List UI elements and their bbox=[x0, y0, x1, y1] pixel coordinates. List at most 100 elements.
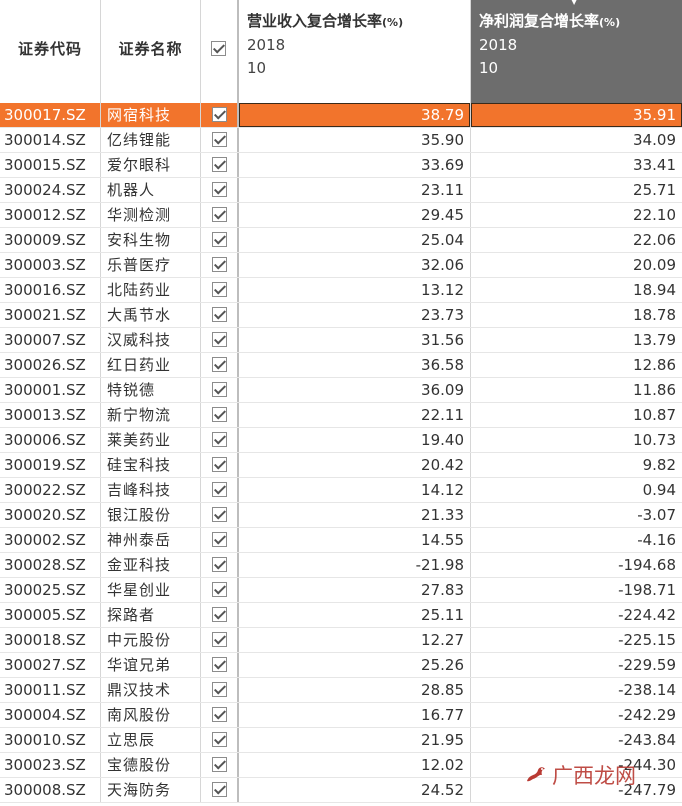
table-row[interactable]: 300017.SZ 网宿科技 38.79 35.91 bbox=[0, 103, 682, 128]
profit-growth-cell: 12.86 bbox=[633, 356, 676, 374]
revenue-growth-cell: 21.95 bbox=[239, 728, 471, 752]
table-row[interactable]: 300022.SZ 吉峰科技 14.12 0.94 bbox=[0, 478, 682, 503]
table-row[interactable]: 300028.SZ 金亚科技 -21.98 -194.68 bbox=[0, 553, 682, 578]
revenue-growth-cell: 12.02 bbox=[239, 753, 471, 777]
table-row[interactable]: 300012.SZ 华测检测 29.45 22.10 bbox=[0, 203, 682, 228]
row-checkbox[interactable] bbox=[212, 332, 227, 347]
security-code-cell: 300006.SZ bbox=[0, 428, 101, 452]
row-checkbox[interactable] bbox=[212, 282, 227, 297]
table-row[interactable]: 300014.SZ 亿纬锂能 35.90 34.09 bbox=[0, 128, 682, 153]
table-row[interactable]: 300007.SZ 汉威科技 31.56 13.79 bbox=[0, 328, 682, 353]
row-checkbox[interactable] bbox=[212, 432, 227, 447]
table-row[interactable]: 300011.SZ 鼎汉技术 28.85 -238.14 bbox=[0, 678, 682, 703]
row-checkbox[interactable] bbox=[212, 582, 227, 597]
table-row[interactable]: 300005.SZ 探路者 25.11 -224.42 bbox=[0, 603, 682, 628]
table-row[interactable]: 300009.SZ 安科生物 25.04 22.06 bbox=[0, 228, 682, 253]
row-checkbox[interactable] bbox=[212, 532, 227, 547]
row-checkbox[interactable] bbox=[212, 382, 227, 397]
header-revenue-growth[interactable]: 营业收入复合增长率(%) 2018 10 bbox=[239, 0, 471, 103]
security-name-cell: 银江股份 bbox=[101, 503, 201, 527]
row-checkbox[interactable] bbox=[212, 132, 227, 147]
dragon-logo-icon bbox=[527, 767, 545, 782]
table-row[interactable]: 300010.SZ 立思辰 21.95 -243.84 bbox=[0, 728, 682, 753]
security-name-cell: 华星创业 bbox=[101, 578, 201, 602]
row-checkbox[interactable] bbox=[212, 307, 227, 322]
table-row[interactable]: 300003.SZ 乐普医疗 32.06 20.09 bbox=[0, 253, 682, 278]
revenue-growth-cell: 36.58 bbox=[239, 353, 471, 377]
revenue-growth-cell: 28.85 bbox=[239, 678, 471, 702]
row-select-cell bbox=[201, 203, 239, 227]
security-name-cell: 机器人 bbox=[101, 178, 201, 202]
table-row[interactable]: 300006.SZ 莱美药业 19.40 10.73 bbox=[0, 428, 682, 453]
row-checkbox[interactable] bbox=[212, 107, 227, 122]
row-select-cell bbox=[201, 303, 239, 327]
security-name-cell: 乐普医疗 bbox=[101, 253, 201, 277]
table-row[interactable]: 300021.SZ 大禹节水 23.73 18.78 bbox=[0, 303, 682, 328]
table-row[interactable]: 300018.SZ 中元股份 12.27 -225.15 bbox=[0, 628, 682, 653]
row-checkbox[interactable] bbox=[212, 607, 227, 622]
security-code-cell: 300003.SZ bbox=[0, 253, 101, 277]
security-code-cell: 300001.SZ bbox=[0, 378, 101, 402]
row-checkbox[interactable] bbox=[212, 232, 227, 247]
profit-growth-cell: 18.78 bbox=[633, 306, 676, 324]
row-checkbox[interactable] bbox=[212, 757, 227, 772]
security-code-cell: 300027.SZ bbox=[0, 653, 101, 677]
row-checkbox[interactable] bbox=[212, 157, 227, 172]
row-checkbox[interactable] bbox=[212, 207, 227, 222]
profit-growth-cell: 9.82 bbox=[642, 456, 676, 474]
revenue-growth-cell: 32.06 bbox=[239, 253, 471, 277]
row-select-cell bbox=[201, 153, 239, 177]
row-checkbox[interactable] bbox=[212, 682, 227, 697]
table-row[interactable]: 300015.SZ 爱尔眼科 33.69 33.41 bbox=[0, 153, 682, 178]
row-checkbox[interactable] bbox=[212, 632, 227, 647]
row-checkbox[interactable] bbox=[212, 257, 227, 272]
row-checkbox[interactable] bbox=[212, 707, 227, 722]
table-row[interactable]: 300013.SZ 新宁物流 22.11 10.87 bbox=[0, 403, 682, 428]
security-name-cell: 立思辰 bbox=[101, 728, 201, 752]
row-select-cell bbox=[201, 428, 239, 452]
row-checkbox[interactable] bbox=[212, 507, 227, 522]
header-name-label: 证券名称 bbox=[118, 40, 183, 58]
row-checkbox[interactable] bbox=[212, 182, 227, 197]
table-row[interactable]: 300004.SZ 南风股份 16.77 -242.29 bbox=[0, 703, 682, 728]
header-profit-growth[interactable]: ▼ 净利润复合增长率(%) 2018 10 bbox=[471, 0, 682, 103]
row-checkbox[interactable] bbox=[212, 482, 227, 497]
table-row[interactable]: 300016.SZ 北陆药业 13.12 18.94 bbox=[0, 278, 682, 303]
security-name-cell: 神州泰岳 bbox=[101, 528, 201, 552]
revenue-growth-cell: 23.73 bbox=[239, 303, 471, 327]
header-select-all[interactable] bbox=[201, 0, 239, 103]
table-row[interactable]: 300001.SZ 特锐德 36.09 11.86 bbox=[0, 378, 682, 403]
security-code-cell: 300005.SZ bbox=[0, 603, 101, 627]
row-checkbox[interactable] bbox=[212, 782, 227, 797]
row-checkbox[interactable] bbox=[212, 557, 227, 572]
header-code[interactable]: 证券代码 bbox=[0, 0, 101, 103]
security-name-cell: 南风股份 bbox=[101, 703, 201, 727]
security-name-cell: 特锐德 bbox=[101, 378, 201, 402]
table-row[interactable]: 300027.SZ 华谊兄弟 25.26 -229.59 bbox=[0, 653, 682, 678]
security-code-cell: 300024.SZ bbox=[0, 178, 101, 202]
header-profit-unit: (%) bbox=[599, 16, 621, 29]
row-select-cell bbox=[201, 178, 239, 202]
table-row[interactable]: 300002.SZ 神州泰岳 14.55 -4.16 bbox=[0, 528, 682, 553]
row-select-cell bbox=[201, 503, 239, 527]
header-name[interactable]: 证券名称 bbox=[101, 0, 201, 103]
table-row[interactable]: 300020.SZ 银江股份 21.33 -3.07 bbox=[0, 503, 682, 528]
profit-growth-cell: 33.41 bbox=[633, 156, 676, 174]
table-row[interactable]: 300024.SZ 机器人 23.11 25.71 bbox=[0, 178, 682, 203]
header-profit-title: 净利润复合增长率 bbox=[479, 12, 600, 30]
security-code-cell: 300007.SZ bbox=[0, 328, 101, 352]
table-row[interactable]: 300025.SZ 华星创业 27.83 -198.71 bbox=[0, 578, 682, 603]
row-checkbox[interactable] bbox=[212, 457, 227, 472]
row-checkbox[interactable] bbox=[212, 732, 227, 747]
header-row: 证券代码 证券名称 营业收入复合增长率(%) 2018 10 ▼ 净利润复合增长… bbox=[0, 0, 682, 103]
revenue-growth-cell: 25.26 bbox=[239, 653, 471, 677]
security-code-cell: 300014.SZ bbox=[0, 128, 101, 152]
table-row[interactable]: 300026.SZ 红日药业 36.58 12.86 bbox=[0, 353, 682, 378]
row-checkbox[interactable] bbox=[212, 657, 227, 672]
select-all-checkbox[interactable] bbox=[211, 41, 226, 56]
row-checkbox[interactable] bbox=[212, 357, 227, 372]
row-checkbox[interactable] bbox=[212, 407, 227, 422]
table-row[interactable]: 300019.SZ 硅宝科技 20.42 9.82 bbox=[0, 453, 682, 478]
revenue-growth-cell: 14.55 bbox=[239, 528, 471, 552]
revenue-growth-cell: 16.77 bbox=[239, 703, 471, 727]
